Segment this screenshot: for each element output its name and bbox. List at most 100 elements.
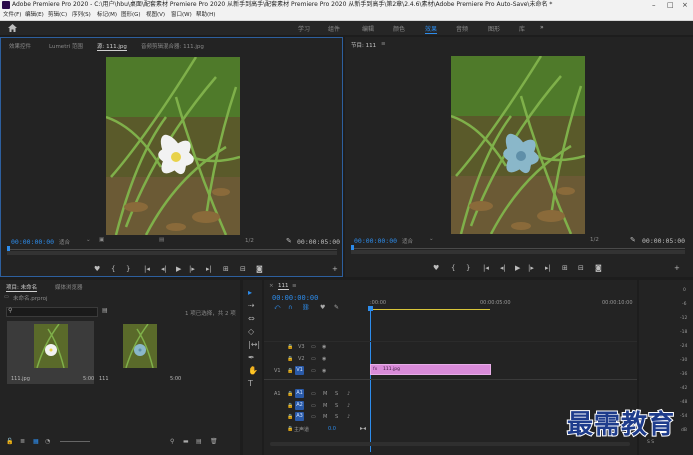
project-item-thumbnail[interactable]	[34, 324, 68, 368]
microphone-icon[interactable]: ♪	[347, 403, 350, 409]
chevron-down-icon[interactable]: ⌄	[429, 236, 434, 242]
track-target-v1[interactable]: V1	[295, 366, 304, 375]
workspace-editing[interactable]: 编辑	[362, 24, 374, 33]
marker-icon[interactable]: ♥	[433, 264, 439, 272]
menu-marker[interactable]: 标记(M)	[97, 10, 117, 20]
go-to-in-icon[interactable]: |◂	[144, 265, 150, 273]
play-icon[interactable]: ▶	[515, 264, 520, 272]
program-menu-icon[interactable]: ≡	[381, 41, 386, 47]
lock-icon[interactable]: 🔒	[287, 414, 293, 420]
minimize-icon[interactable]: –	[652, 0, 656, 10]
export-frame-icon[interactable]: ◙	[595, 264, 602, 272]
workspace-graphics[interactable]: 图形	[488, 24, 500, 33]
lock-icon[interactable]: 🔒	[287, 344, 293, 350]
tab-source[interactable]: 源: 111.jpg	[97, 42, 127, 51]
sync-lock-icon[interactable]: ▭	[311, 391, 316, 397]
eye-icon[interactable]: ◉	[322, 344, 326, 350]
menu-window[interactable]: 窗口(W)	[171, 10, 192, 20]
mark-in-icon[interactable]: {	[451, 264, 455, 272]
hand-tool-icon[interactable]: ✋	[248, 366, 258, 375]
workspace-assembly[interactable]: 组件	[328, 24, 340, 33]
insert-icon[interactable]: ⊞	[223, 265, 229, 273]
add-marker-icon[interactable]: ♥	[320, 304, 325, 311]
project-item-thumbnail[interactable]	[123, 324, 157, 368]
source-settings-icon[interactable]: ▣	[99, 237, 104, 243]
tab-effect-controls[interactable]: 效果控件	[9, 42, 31, 50]
solo-button[interactable]: S	[335, 414, 338, 420]
wrench-icon[interactable]: ✎	[630, 236, 636, 244]
marker-icon[interactable]: ♥	[94, 265, 100, 273]
clear-icon[interactable]: 🗑	[210, 438, 218, 445]
source-resolution-select[interactable]: 1/2	[245, 238, 254, 244]
go-to-out-icon[interactable]: ▸|	[206, 265, 212, 273]
lock-icon[interactable]: 🔒	[287, 426, 293, 432]
list-view-icon[interactable]: ≣	[20, 438, 25, 445]
solo-button[interactable]: S	[335, 403, 338, 409]
thumbnail-size-slider[interactable]	[60, 441, 90, 442]
slip-tool-icon[interactable]: |↔|	[248, 340, 260, 349]
master-volume-value[interactable]: 0.0	[328, 426, 336, 432]
play-icon[interactable]: ▶	[176, 265, 181, 273]
tab-audio-clip-mixer[interactable]: 音频剪辑混合器: 111.jpg	[141, 42, 204, 50]
mark-in-icon[interactable]: {	[111, 265, 115, 273]
new-item-icon[interactable]: ▤	[196, 438, 202, 445]
track-select-tool-icon[interactable]: ⇢	[248, 301, 255, 310]
wrench-icon[interactable]: ✎	[286, 237, 292, 245]
lock-icon[interactable]: 🔒	[287, 356, 293, 362]
go-to-out-icon[interactable]: ▸|	[545, 264, 551, 272]
workspace-overflow-button[interactable]: »	[540, 24, 544, 31]
go-to-in-icon[interactable]: |◂	[483, 264, 489, 272]
menu-edit[interactable]: 编辑(E)	[25, 10, 44, 20]
add-button-icon[interactable]: +	[674, 264, 680, 272]
new-bin-from-search-icon[interactable]: ▤	[102, 307, 108, 314]
sync-lock-icon[interactable]: ▭	[311, 403, 316, 409]
tab-lumetri-scopes[interactable]: Lumetri 范围	[49, 42, 83, 50]
wrench-icon[interactable]: ✎	[334, 304, 339, 311]
menu-clip[interactable]: 剪辑(C)	[48, 10, 67, 20]
extract-icon[interactable]: ⊟	[578, 264, 584, 272]
add-button-icon[interactable]: +	[332, 265, 338, 273]
program-resolution-select[interactable]: 1/2	[590, 237, 599, 243]
workspace-color[interactable]: 颜色	[393, 24, 405, 33]
type-tool-icon[interactable]: T	[248, 379, 253, 388]
close-icon[interactable]: ×	[682, 0, 688, 10]
source-timecode[interactable]: 00:00:00:00	[11, 238, 54, 246]
project-search-input[interactable]	[6, 307, 98, 317]
track-target-a3[interactable]: A3	[295, 412, 304, 421]
program-zoom-scrollbar[interactable]	[351, 250, 685, 254]
selection-tool-icon[interactable]: ▸	[248, 288, 252, 297]
mute-button[interactable]: M	[323, 414, 327, 420]
lock-icon[interactable]: 🔒	[287, 391, 293, 397]
new-bin-icon[interactable]: ▬	[183, 438, 189, 445]
razor-tool-icon[interactable]: ◇	[248, 327, 254, 336]
find-icon[interactable]: ⚲	[170, 438, 174, 445]
microphone-icon[interactable]: ♪	[347, 414, 350, 420]
program-time-ruler[interactable]	[351, 248, 685, 249]
solo-button[interactable]: S	[335, 391, 338, 397]
program-timecode[interactable]: 00:00:00:00	[354, 237, 397, 245]
step-forward-icon[interactable]: |▸	[189, 265, 195, 273]
step-forward-icon[interactable]: |▸	[528, 264, 534, 272]
sync-lock-icon[interactable]: ▭	[311, 344, 316, 350]
program-fit-select[interactable]: 适合	[402, 237, 413, 245]
timeline-zoom-scrollbar[interactable]	[270, 442, 630, 446]
icon-view-icon[interactable]: ▦	[33, 438, 39, 445]
mark-out-icon[interactable]: }	[466, 264, 470, 272]
close-icon[interactable]: ×	[269, 283, 274, 289]
mark-out-icon[interactable]: }	[126, 265, 130, 273]
sync-lock-icon[interactable]: ▭	[311, 356, 316, 362]
lock-icon[interactable]: 🔓	[6, 438, 13, 445]
source-patch-a1[interactable]: A1	[274, 391, 281, 397]
workspace-audio[interactable]: 音频	[456, 24, 468, 33]
maximize-icon[interactable]: □	[667, 0, 674, 10]
go-to-end-icon[interactable]: ▸◂	[360, 425, 366, 432]
insert-sequence-icon[interactable]: ⤺	[274, 304, 280, 312]
snap-icon[interactable]: ∩	[288, 304, 292, 311]
menu-graphics[interactable]: 图形(G)	[121, 10, 141, 20]
menu-sequence[interactable]: 序列(S)	[72, 10, 91, 20]
pen-tool-icon[interactable]: ✒	[248, 353, 255, 362]
lift-icon[interactable]: ⊞	[562, 264, 568, 272]
mute-button[interactable]: M	[323, 403, 327, 409]
home-icon[interactable]	[8, 24, 17, 32]
sync-lock-icon[interactable]: ▭	[311, 368, 316, 374]
